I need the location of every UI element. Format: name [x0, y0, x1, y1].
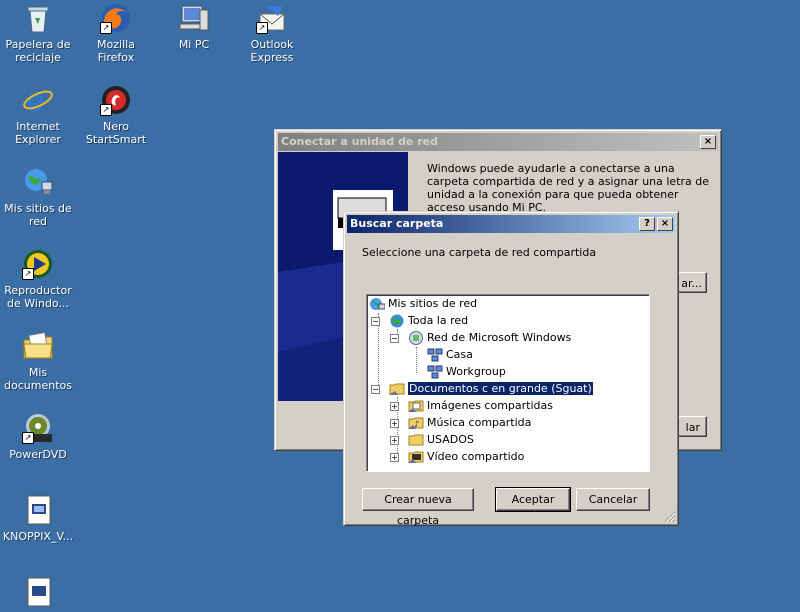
folder-icon — [408, 433, 424, 447]
svg-text:e: e — [27, 84, 45, 116]
close-button[interactable]: × — [657, 217, 673, 231]
ok-button[interactable]: Aceptar — [495, 487, 571, 512]
browse-dialog-title: Buscar carpeta — [350, 217, 444, 230]
cancel-button-label: Cancelar — [588, 493, 638, 506]
tree-node-label: Imágenes compartidas — [427, 399, 553, 412]
shortcut-arrow-icon: ↗ — [22, 268, 34, 280]
workgroup-icon — [427, 348, 443, 362]
help-button[interactable]: ? — [639, 217, 655, 231]
desktop-icon-knoppix[interactable]: KNOPPIX_V... — [0, 494, 76, 543]
tree-node-label: Casa — [446, 348, 473, 361]
desktop-icon-label: Papelera de reciclaje — [5, 38, 71, 64]
workgroup-icon — [427, 365, 443, 379]
map-drive-title: Conectar a unidad de red — [281, 135, 438, 148]
tree-node-entire-network[interactable]: − Toda la red — [371, 313, 469, 329]
firefox-icon: ↗ — [100, 2, 132, 34]
pictures-folder-icon — [408, 399, 424, 413]
desktop-icon-firefox[interactable]: ↗ Mozilla Firefox — [78, 2, 154, 64]
collapse-icon[interactable]: − — [371, 385, 380, 394]
outlook-express-icon: ↗ — [256, 2, 288, 34]
desktop-icon-label: Reproductor de Windo... — [4, 284, 72, 310]
map-drive-titlebar[interactable]: Conectar a unidad de red × — [278, 133, 718, 151]
tree-node-usados[interactable]: + USADOS — [390, 432, 474, 448]
expand-icon[interactable]: + — [390, 402, 399, 411]
desktop-icon-label: Nero StartSmart — [85, 120, 147, 146]
desktop-icon-label: Mozilla Firefox — [97, 38, 135, 64]
collapse-icon[interactable]: − — [390, 334, 399, 343]
video-folder-icon — [408, 450, 424, 464]
tree-node-label: Música compartida — [427, 416, 532, 429]
windows-network-icon — [408, 331, 424, 345]
cancel-button-label: lar — [685, 421, 700, 434]
media-player-icon: ↗ — [22, 248, 54, 280]
desktop-icon-file-partial[interactable] — [0, 576, 76, 612]
powerdvd-icon: ↗ — [22, 412, 54, 444]
expand-icon[interactable]: + — [390, 436, 399, 445]
desktop-icon-label: Outlook Express — [250, 38, 294, 64]
file-icon — [22, 494, 54, 526]
map-drive-description: Windows puede ayudarle a conectarse a un… — [427, 162, 710, 214]
tree-node-label: USADOS — [427, 433, 474, 446]
ok-button-label: Aceptar — [511, 493, 555, 506]
desktop-icon-media-player[interactable]: ↗ Reproductor de Windo... — [0, 248, 76, 310]
tree-node-shared-music[interactable]: + ♪ Música compartida — [390, 415, 532, 431]
my-computer-icon — [178, 2, 210, 34]
new-folder-button-label: Crear nueva carpeta — [384, 493, 452, 527]
new-folder-button[interactable]: Crear nueva carpeta — [362, 488, 474, 527]
browse-dialog-titlebar[interactable]: Buscar carpeta ? × — [347, 215, 675, 233]
tree-node-network-places[interactable]: Mis sitios de red — [369, 296, 477, 312]
desktop-icon-internet-explorer[interactable]: e Internet Explorer — [0, 84, 76, 146]
desktop-icon-label: PowerDVD — [9, 448, 67, 461]
shared-folder-icon — [389, 382, 405, 396]
file-icon — [22, 576, 54, 608]
recycle-bin-icon — [22, 2, 54, 34]
shortcut-arrow-icon: ↗ — [100, 104, 112, 116]
globe-icon — [389, 314, 405, 328]
desktop-icon-powerdvd[interactable]: ↗ PowerDVD — [0, 412, 76, 461]
desktop-icon-label: Mis sitios de red — [4, 202, 72, 228]
desktop-icon-network-places[interactable]: Mis sitios de red — [0, 166, 76, 228]
desktop-icon-label: KNOPPIX_V... — [2, 530, 74, 543]
network-places-icon — [22, 166, 54, 198]
internet-explorer-icon: e — [22, 84, 54, 119]
desktop-icon-my-computer[interactable]: Mi PC — [156, 2, 232, 51]
tree-node-shared-pictures[interactable]: + Imágenes compartidas — [390, 398, 553, 414]
tree-node-windows-network[interactable]: − Red de Microsoft Windows — [390, 330, 572, 346]
network-places-icon — [369, 297, 386, 311]
browse-folder-dialog[interactable]: Buscar carpeta ? × Seleccione una carpet… — [343, 211, 679, 527]
expand-icon[interactable]: + — [390, 453, 399, 462]
desktop-icon-my-documents[interactable]: Mis documentos — [0, 330, 76, 392]
shortcut-arrow-icon: ↗ — [100, 22, 112, 34]
music-folder-icon: ♪ — [408, 416, 424, 430]
browse-prompt: Seleccione una carpeta de red compartida — [362, 246, 597, 259]
folder-tree[interactable]: Mis sitios de red − Toda la red − Red de… — [366, 294, 650, 472]
shortcut-arrow-icon: ↗ — [256, 22, 268, 34]
cancel-button[interactable]: Cancelar — [576, 488, 650, 511]
shortcut-arrow-icon: ↗ — [22, 432, 34, 444]
tree-line — [416, 347, 417, 373]
browse-button-label: ar... — [681, 277, 702, 290]
map-drive-close-button[interactable]: × — [700, 135, 716, 149]
expand-icon[interactable]: + — [390, 419, 399, 428]
tree-node-label: Toda la red — [408, 314, 469, 327]
my-documents-icon — [22, 330, 54, 362]
tree-node-label-selected: Documentos c en grande (Sguat) — [407, 381, 594, 396]
tree-node-workgroup[interactable]: Workgroup — [427, 364, 506, 380]
resize-grip-icon[interactable] — [664, 511, 676, 523]
tree-node-label: Mis sitios de red — [388, 297, 478, 310]
desktop-icon-label: Mis documentos — [4, 366, 72, 392]
desktop-icon-recycle-bin[interactable]: Papelera de reciclaje — [0, 2, 76, 64]
desktop-icon-nero[interactable]: ↗ Nero StartSmart — [78, 84, 154, 146]
tree-node-casa[interactable]: Casa — [427, 347, 473, 363]
tree-node-label: Workgroup — [446, 365, 506, 378]
tree-node-shared-documents[interactable]: − Documentos c en grande (Sguat) — [371, 381, 594, 397]
desktop-icon-label: Mi PC — [178, 38, 210, 51]
desktop-icon-outlook[interactable]: ↗ Outlook Express — [234, 2, 310, 64]
desktop-icon-label: Internet Explorer — [15, 120, 61, 146]
nero-icon: ↗ — [100, 84, 132, 116]
tree-node-label: Red de Microsoft Windows — [427, 331, 572, 344]
tree-node-label: Vídeo compartido — [427, 450, 525, 463]
tree-node-shared-video[interactable]: + Vídeo compartido — [390, 449, 525, 465]
collapse-icon[interactable]: − — [371, 317, 380, 326]
